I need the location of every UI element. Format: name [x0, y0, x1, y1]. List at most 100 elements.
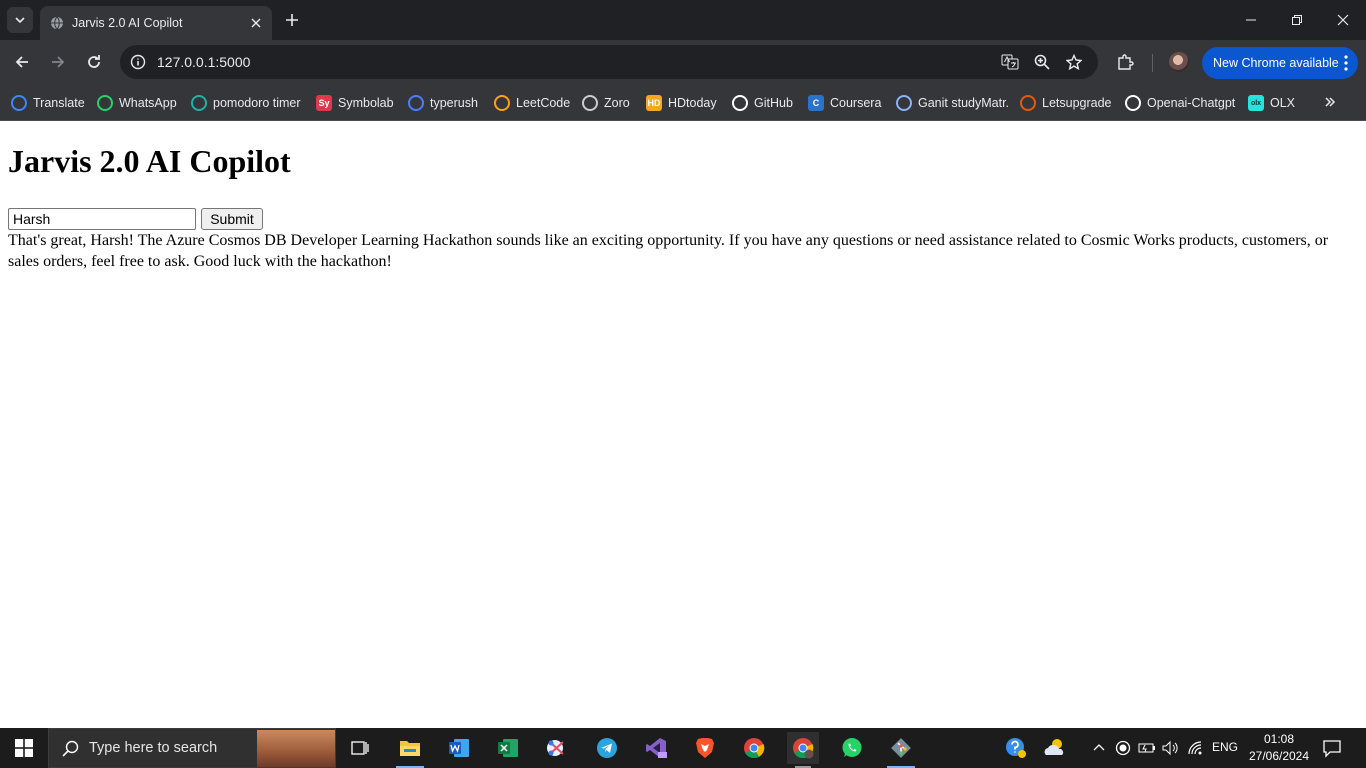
- taskbar-file-explorer[interactable]: [394, 732, 426, 768]
- bookmark-translate[interactable]: Translate: [11, 92, 85, 114]
- bookmark-openai-chatgpt[interactable]: Openai-Chatgpt: [1125, 92, 1235, 114]
- taskbar-brave[interactable]: [689, 732, 721, 764]
- bookmark-letsupgrade[interactable]: Letsupgrade: [1020, 92, 1112, 114]
- task-view-icon: [351, 741, 369, 755]
- bookmark-zoro[interactable]: Zoro: [582, 92, 630, 114]
- github-icon: [732, 95, 748, 111]
- taskbar-search-placeholder: Type here to search: [89, 740, 218, 756]
- chrome-profile-icon: [793, 738, 814, 759]
- taskbar-snipping-tool[interactable]: [541, 732, 573, 764]
- bookmark-symbolab[interactable]: Sy Symbolab: [316, 92, 394, 114]
- site-info-button[interactable]: [128, 52, 148, 72]
- response-text: That's great, Harsh! The Azure Cosmos DB…: [8, 232, 1329, 270]
- bookmark-coursera[interactable]: C Coursera: [808, 92, 881, 114]
- minimize-button[interactable]: [1228, 0, 1274, 40]
- symbolab-icon: Sy: [316, 95, 332, 111]
- bookmark-label: HDtoday: [668, 96, 717, 110]
- help-icon: [1006, 738, 1026, 758]
- browser-tab-strip: Jarvis 2.0 AI Copilot: [0, 0, 1366, 40]
- letsupgrade-icon: [1020, 95, 1036, 111]
- search-highlight-image[interactable]: [257, 730, 335, 767]
- bookmark-label: Openai-Chatgpt: [1147, 96, 1236, 110]
- tray-weather[interactable]: [1042, 737, 1068, 759]
- bookmark-typerush[interactable]: typerush: [408, 92, 478, 114]
- zoro-icon: [582, 95, 598, 111]
- bookmark-label: Letsupgrade: [1042, 96, 1112, 110]
- taskbar-word[interactable]: [443, 732, 475, 764]
- double-chevron-right-icon: [1325, 97, 1336, 107]
- bookmark-whatsapp[interactable]: WhatsApp: [97, 92, 177, 114]
- tray-battery[interactable]: [1137, 738, 1157, 758]
- tab-search-button[interactable]: [7, 7, 33, 33]
- zoom-button[interactable]: [1032, 52, 1052, 72]
- restore-button[interactable]: [1274, 0, 1320, 40]
- bookmark-github[interactable]: GitHub: [732, 92, 793, 114]
- hdtoday-icon: HD: [646, 95, 662, 111]
- chrome-update-button[interactable]: New Chrome available: [1202, 47, 1358, 79]
- start-button[interactable]: [0, 728, 48, 768]
- tray-volume[interactable]: [1161, 738, 1181, 758]
- taskbar-search-box[interactable]: Type here to search: [48, 728, 336, 768]
- taskbar-chrome-profile[interactable]: [787, 732, 819, 768]
- bookmarks-overflow-button[interactable]: [1320, 92, 1340, 112]
- bookmark-label: pomodoro timer: [213, 96, 301, 110]
- close-window-button[interactable]: [1320, 0, 1366, 40]
- clock-time: 01:08: [1263, 732, 1295, 746]
- puzzle-icon: [1118, 54, 1134, 70]
- coursera-icon: C: [808, 95, 824, 111]
- info-icon: [130, 54, 146, 70]
- bookmark-olx[interactable]: olx OLX: [1248, 92, 1295, 114]
- snipping-tool-icon: [547, 740, 564, 756]
- question-input[interactable]: [8, 208, 196, 230]
- clock-date: 27/06/2024: [1248, 749, 1310, 763]
- submit-button[interactable]: Submit: [201, 208, 263, 230]
- back-button[interactable]: [10, 50, 34, 74]
- browser-toolbar: 127.0.0.1:5000 New Chrome available: [0, 40, 1366, 85]
- tray-show-hidden[interactable]: [1089, 738, 1109, 758]
- globe-icon: [51, 16, 63, 30]
- bookmark-label: Translate: [33, 96, 85, 110]
- taskbar-visual-studio[interactable]: [640, 732, 672, 764]
- page-title: Jarvis 2.0 AI Copilot: [8, 143, 291, 179]
- tray-network[interactable]: [1186, 738, 1206, 758]
- taskbar-whatsapp[interactable]: [836, 732, 868, 764]
- browser-tab[interactable]: Jarvis 2.0 AI Copilot: [40, 6, 272, 40]
- new-tab-button[interactable]: [282, 10, 302, 30]
- openai-icon: [1125, 95, 1141, 111]
- whatsapp-icon: [842, 738, 862, 757]
- notification-icon: [1323, 740, 1341, 758]
- bookmark-ganit-studymatr[interactable]: Ganit studyMatr.: [896, 92, 1009, 114]
- wifi-icon: [1188, 741, 1202, 755]
- bookmark-pomodoro-timer[interactable]: pomodoro timer: [191, 92, 301, 114]
- address-bar[interactable]: 127.0.0.1:5000: [120, 45, 1098, 79]
- extensions-button[interactable]: [1115, 52, 1135, 72]
- plus-icon: [286, 14, 298, 26]
- ganit-icon: [896, 95, 912, 111]
- taskbar-chrome[interactable]: [738, 732, 770, 764]
- reload-button[interactable]: [82, 50, 106, 74]
- brave-icon: [696, 738, 714, 758]
- forward-button[interactable]: [46, 50, 70, 74]
- whatsapp-icon: [97, 95, 113, 111]
- chevron-up-icon: [1093, 744, 1105, 751]
- taskbar-excel[interactable]: [492, 732, 524, 764]
- task-view-button[interactable]: [344, 732, 376, 764]
- tray-help[interactable]: [1005, 737, 1027, 759]
- translate-page-button[interactable]: [1000, 52, 1020, 72]
- tray-record[interactable]: [1113, 738, 1133, 758]
- taskbar-git[interactable]: [885, 732, 917, 768]
- arrow-right-icon: [52, 56, 65, 68]
- taskbar-clock[interactable]: 01:08 27/06/2024: [1244, 731, 1314, 765]
- tray-language[interactable]: ENG: [1212, 740, 1238, 754]
- bookmark-star-button[interactable]: [1064, 52, 1084, 72]
- word-icon: [449, 739, 469, 757]
- tab-close-button[interactable]: [248, 15, 264, 31]
- bookmark-label: Coursera: [830, 96, 882, 110]
- profile-avatar[interactable]: [1169, 52, 1189, 72]
- close-icon: [1337, 14, 1349, 26]
- taskbar-telegram[interactable]: [591, 732, 623, 764]
- action-center-button[interactable]: [1322, 738, 1342, 758]
- address-bar-url[interactable]: 127.0.0.1:5000: [157, 54, 250, 70]
- bookmark-hdtoday[interactable]: HD HDtoday: [646, 92, 717, 114]
- bookmark-leetcode[interactable]: LeetCode: [494, 92, 570, 114]
